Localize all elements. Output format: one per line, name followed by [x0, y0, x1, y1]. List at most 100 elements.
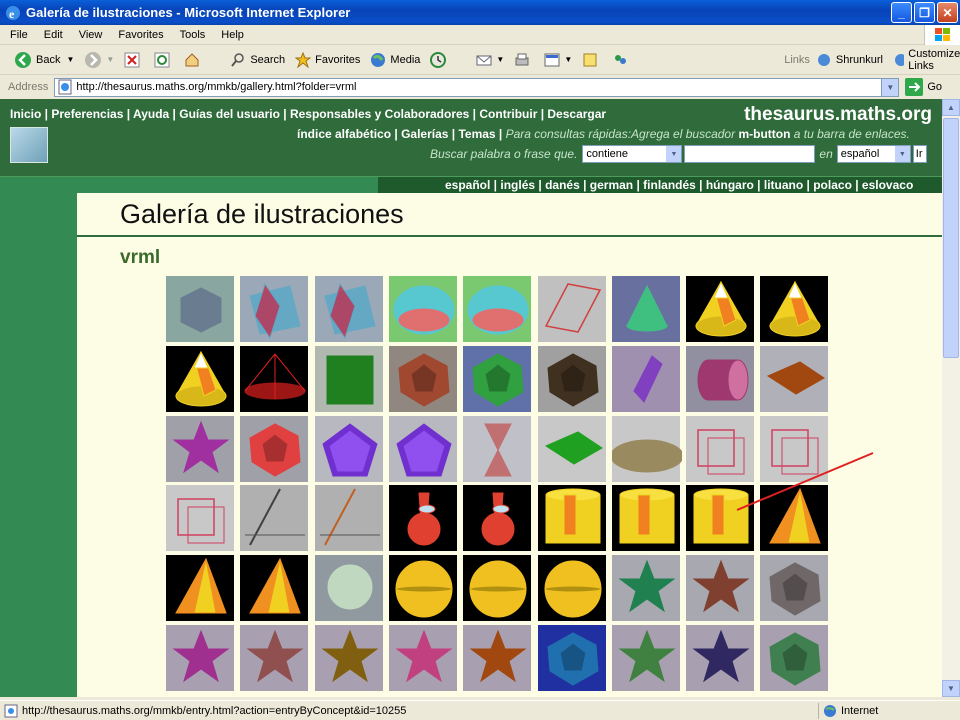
menu-tools[interactable]: Tools — [180, 29, 206, 41]
gallery-thumbnail[interactable] — [165, 554, 235, 623]
nav-alphabetic-index[interactable]: índice alfabético — [297, 127, 391, 141]
home-button[interactable] — [184, 52, 204, 68]
gallery-thumbnail[interactable] — [610, 344, 681, 413]
messenger-button[interactable] — [612, 52, 632, 68]
gallery-thumbnail[interactable] — [685, 624, 756, 692]
go-button[interactable]: Go — [905, 78, 942, 96]
gallery-thumbnail[interactable] — [685, 484, 756, 553]
menu-edit[interactable]: Edit — [44, 29, 63, 41]
title-bar[interactable]: e Galería de ilustraciones - Microsoft I… — [0, 0, 960, 25]
gallery-thumbnail[interactable] — [313, 624, 384, 692]
search-text-input[interactable] — [684, 145, 816, 163]
gallery-thumbnail[interactable] — [610, 554, 681, 623]
gallery-thumbnail[interactable] — [536, 624, 607, 692]
language-links[interactable]: español | inglés | danés | german | finl… — [378, 177, 942, 193]
gallery-thumbnail[interactable] — [239, 624, 310, 692]
search-language-select[interactable]: español ▼ — [836, 145, 911, 163]
gallery-thumbnail[interactable] — [759, 624, 830, 692]
gallery-thumbnail[interactable] — [685, 414, 756, 483]
gallery-thumbnail[interactable] — [759, 484, 830, 553]
gallery-thumbnail[interactable] — [387, 275, 458, 343]
gallery-thumbnail[interactable] — [313, 414, 384, 483]
search-mode-select[interactable]: contiene ▼ — [582, 145, 683, 163]
gallery-thumbnail[interactable] — [239, 414, 310, 483]
menu-file[interactable]: File — [10, 29, 28, 41]
gallery-thumbnail[interactable] — [313, 344, 384, 413]
gallery-thumbnail[interactable] — [239, 554, 310, 623]
vertical-scrollbar[interactable]: ▲ ▼ — [942, 99, 960, 697]
gallery-thumbnail[interactable] — [610, 275, 681, 343]
link-shrunkurl[interactable]: Shrunkurl — [816, 52, 883, 68]
print-icon — [515, 53, 529, 65]
gallery-thumbnail[interactable] — [462, 554, 533, 623]
gallery-thumbnail[interactable] — [387, 484, 458, 553]
search-button[interactable]: Search — [230, 52, 285, 68]
address-dropdown-icon[interactable]: ▼ — [881, 78, 899, 96]
gallery-thumbnail[interactable] — [165, 275, 235, 343]
gallery-thumbnail[interactable] — [165, 484, 235, 553]
scroll-down-icon[interactable]: ▼ — [942, 680, 960, 697]
gallery-thumbnail[interactable] — [610, 624, 681, 692]
refresh-button[interactable] — [154, 52, 174, 68]
gallery-thumbnail[interactable] — [387, 624, 458, 692]
gallery-thumbnail[interactable] — [462, 484, 533, 553]
print-button[interactable] — [514, 52, 534, 68]
gallery-thumbnail[interactable] — [462, 414, 533, 483]
gallery-thumbnail[interactable] — [685, 344, 756, 413]
site-header: Inicio | Preferencias | Ayuda | Guías de… — [0, 99, 942, 177]
gallery-thumbnail[interactable] — [536, 344, 607, 413]
gallery-thumbnail[interactable] — [462, 275, 533, 343]
m-button-link[interactable]: m-button — [738, 127, 790, 141]
menu-view[interactable]: View — [79, 29, 103, 41]
nav-galleries-topics[interactable]: | Galerías | Temas | — [394, 127, 502, 141]
gallery-thumbnail[interactable] — [685, 554, 756, 623]
back-button[interactable]: Back ▼ — [14, 51, 74, 69]
link-customize-links[interactable]: Customize Links — [893, 48, 960, 72]
gallery-thumbnail[interactable] — [759, 344, 830, 413]
scroll-up-icon[interactable]: ▲ — [942, 99, 960, 116]
scrollbar-thumb[interactable] — [943, 118, 959, 358]
favorites-button[interactable]: Favorites — [295, 51, 360, 68]
gallery-thumbnail[interactable] — [387, 414, 458, 483]
gallery-thumbnail[interactable] — [239, 344, 310, 413]
gallery-thumbnail[interactable] — [685, 275, 756, 343]
gallery-thumbnail[interactable] — [165, 414, 235, 483]
forward-button[interactable]: ▼ — [84, 51, 114, 69]
top-nav-links[interactable]: Inicio | Preferencias | Ayuda | Guías de… — [10, 107, 606, 121]
discuss-button[interactable] — [582, 52, 602, 68]
search-go-button[interactable]: Ir — [912, 145, 927, 163]
gallery-thumbnail[interactable] — [462, 624, 533, 692]
stop-button[interactable] — [124, 52, 144, 68]
gallery-thumbnail[interactable] — [536, 484, 607, 553]
close-button[interactable]: ✕ — [937, 2, 958, 23]
gallery-thumbnail[interactable] — [313, 275, 384, 343]
gallery-thumbnail[interactable] — [462, 344, 533, 413]
gallery-thumbnail[interactable] — [239, 484, 310, 553]
gallery-thumbnail[interactable] — [313, 484, 384, 553]
gallery-thumbnail[interactable] — [536, 554, 607, 623]
gallery-thumbnail[interactable] — [165, 624, 235, 692]
gallery-thumbnail[interactable] — [759, 414, 830, 483]
gallery-thumbnail[interactable] — [610, 414, 684, 483]
edit-button[interactable]: ▼ — [544, 52, 572, 68]
gallery-thumbnail[interactable] — [536, 414, 607, 483]
menu-favorites[interactable]: Favorites — [118, 29, 163, 41]
gallery-thumbnail[interactable] — [759, 554, 830, 623]
gallery-thumbnail[interactable] — [165, 344, 235, 413]
site-name[interactable]: thesaurus.maths.org — [744, 104, 932, 126]
gallery-thumbnail[interactable] — [759, 275, 830, 343]
gallery-thumbnail[interactable] — [239, 275, 310, 343]
gallery-thumbnail[interactable] — [387, 554, 458, 623]
site-logo[interactable] — [10, 127, 48, 163]
maximize-button[interactable]: ❐ — [914, 2, 935, 23]
mail-button[interactable]: ▼ — [476, 52, 504, 68]
gallery-thumbnail[interactable] — [387, 344, 458, 413]
gallery-thumbnail[interactable] — [313, 554, 384, 623]
gallery-thumbnail[interactable] — [536, 275, 607, 343]
address-input[interactable]: http://thesaurus.maths.org/mmkb/gallery.… — [54, 77, 900, 97]
media-button[interactable]: Media — [370, 52, 420, 68]
gallery-thumbnail[interactable] — [610, 484, 681, 553]
menu-help[interactable]: Help — [221, 29, 244, 41]
minimize-button[interactable]: _ — [891, 2, 912, 23]
history-button[interactable] — [430, 51, 450, 68]
